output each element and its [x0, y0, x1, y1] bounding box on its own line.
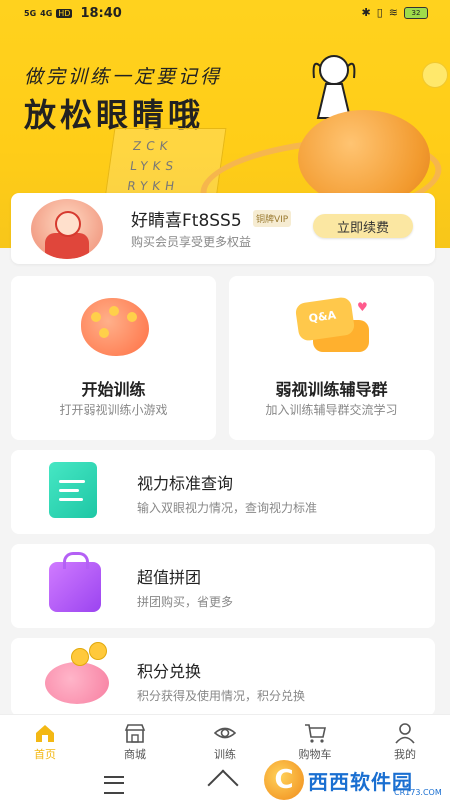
- tab-label: 首页: [34, 748, 56, 761]
- member-name: 好睛喜Ft8SS5: [131, 211, 242, 231]
- hero-subtitle: 做完训练一定要记得: [24, 66, 223, 88]
- vision-standard-row[interactable]: 视力标准查询 输入双眼视力情况，查询视力标准: [11, 450, 435, 534]
- store-icon: [124, 724, 146, 743]
- tile-subtitle: 加入训练辅导群交流学习: [265, 403, 398, 417]
- coin-icon: [89, 642, 107, 660]
- signal-4g: 4G: [40, 9, 53, 18]
- tile-title: 弱视训练辅导群: [275, 380, 388, 399]
- document-icon: [49, 462, 97, 518]
- member-card[interactable]: 好睛喜Ft8SS5 铜牌VIP 购买会员享受更多权益 立即续费: [11, 193, 435, 264]
- row-subtitle: 输入双眼视力情况，查询视力标准: [137, 501, 318, 515]
- row-title: 积分兑换: [137, 662, 202, 681]
- status-bar: 5G 4G HD 18:40 ✱ ▯ ≋ 32: [0, 0, 450, 28]
- vip-badge: 铜牌VIP: [253, 210, 292, 227]
- tab-store[interactable]: 商城: [90, 715, 180, 765]
- row-subtitle: 积分获得及使用情况，积分兑换: [137, 689, 306, 703]
- planet-decoration: [298, 110, 430, 206]
- avatar-face: [55, 211, 81, 237]
- member-description: 购买会员享受更多权益: [131, 235, 252, 249]
- signal-5g: 5G: [24, 9, 37, 18]
- palette-icon: [81, 298, 149, 356]
- row-subtitle: 拼团购买，省更多: [137, 595, 234, 609]
- vibrate-icon: ▯: [376, 6, 383, 19]
- eye-chart-line: ZCK: [131, 139, 174, 153]
- qa-chat-icon: Q&A: [294, 296, 356, 342]
- eye-chart-line: RYKH: [126, 179, 181, 193]
- tab-training[interactable]: 训练: [180, 715, 270, 765]
- watermark-url: CR173.COM: [394, 788, 442, 797]
- group-buy-row[interactable]: 超值拼团 拼团购买，省更多: [11, 544, 435, 628]
- tutoring-group-tile[interactable]: Q&A ♥ 弱视训练辅导群 加入训练辅导群交流学习: [229, 276, 434, 440]
- cart-icon: [305, 724, 326, 743]
- eye-icon: [214, 727, 236, 739]
- watermark-logo: C: [264, 760, 304, 800]
- renew-button[interactable]: 立即续费: [313, 214, 413, 238]
- qa-text: Q&A: [307, 308, 337, 326]
- tab-label: 训练: [214, 748, 236, 761]
- piggy-bank-icon: [45, 662, 109, 704]
- heart-icon: ♥: [357, 300, 368, 314]
- tile-title: 开始训练: [81, 380, 146, 399]
- hd-badge: HD: [56, 9, 73, 18]
- battery-icon: 32: [404, 6, 428, 19]
- eye-chart-line: LYKS: [129, 159, 180, 173]
- start-training-tile[interactable]: 开始训练 打开弱视训练小游戏: [11, 276, 216, 440]
- watermark: C 西西软件园 CR173.COM: [264, 758, 450, 802]
- bluetooth-icon: ✱: [361, 6, 371, 19]
- row-title: 超值拼团: [137, 568, 202, 587]
- menu-icon[interactable]: [104, 776, 124, 794]
- points-exchange-row[interactable]: 积分兑换 积分获得及使用情况，积分兑换: [11, 638, 435, 716]
- tile-subtitle: 打开弱视训练小游戏: [59, 403, 168, 417]
- shopping-bag-icon: [49, 552, 101, 612]
- status-time: 18:40: [80, 6, 122, 21]
- moon-decoration: [422, 62, 448, 88]
- row-title: 视力标准查询: [137, 474, 234, 493]
- tab-label: 商城: [124, 748, 146, 761]
- tab-home[interactable]: 首页: [0, 715, 90, 765]
- user-icon: [395, 723, 415, 744]
- wifi-icon: ≋: [388, 6, 398, 19]
- nav-home-icon[interactable]: [207, 769, 239, 801]
- coin-icon: [71, 648, 89, 666]
- home-icon: [36, 725, 54, 742]
- avatar[interactable]: [31, 199, 103, 259]
